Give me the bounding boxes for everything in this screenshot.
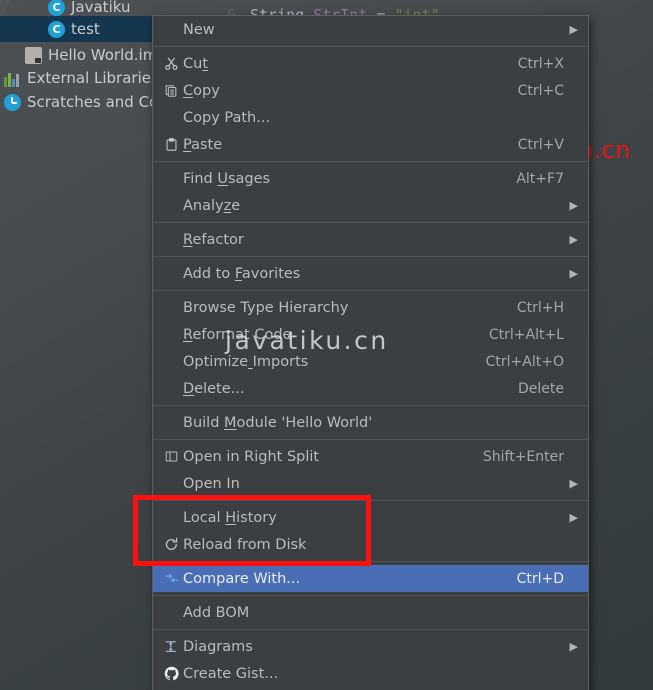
menu-item-label: Build Module 'Hello World': [183, 414, 373, 431]
menu-item-shortcut: Ctrl+C: [517, 82, 564, 99]
menu-item-compare-with[interactable]: Compare With... Ctrl+D: [153, 565, 588, 592]
screen-root: 6String StrInt = "int"at = "flString()ri…: [0, 0, 653, 690]
menu-item-label: Copy Path...: [183, 109, 271, 126]
menu-item-shortcut: Ctrl+Alt+L: [488, 326, 564, 343]
submenu-arrow-icon: ▶: [569, 477, 578, 490]
copy-icon-glyph: [165, 84, 177, 97]
menu-item-label: Create Gist...: [183, 665, 279, 682]
scissors-icon: [161, 56, 181, 71]
menu-item-diagrams[interactable]: Diagrams ▶: [153, 633, 588, 660]
java-class-icon: C: [48, 0, 65, 16]
submenu-arrow-icon: ▶: [569, 23, 578, 36]
menu-separator: [153, 290, 588, 291]
menu-item-label: Refactor: [183, 231, 244, 248]
menu-item-label: Open In: [183, 475, 240, 492]
menu-item-browse-type-hierarchy[interactable]: Browse Type Hierarchy Ctrl+H: [153, 294, 588, 321]
menu-item-shortcut: Ctrl+X: [517, 55, 564, 72]
menu-separator: [153, 161, 588, 162]
diagram-icon-glyph: [165, 640, 176, 652]
menu-separator: [153, 256, 588, 257]
menu-item-label: Diagrams: [183, 638, 253, 655]
paste-icon-glyph: [166, 138, 176, 151]
menu-separator: [153, 46, 588, 47]
menu-item-label: Compare With...: [183, 570, 301, 587]
menu-item-label: Optimize Imports: [183, 353, 309, 370]
menu-item-label: Reformat Code: [183, 326, 292, 343]
menu-item-label: Browse Type Hierarchy: [183, 299, 349, 316]
menu-item-copy[interactable]: Copy Ctrl+C: [153, 77, 588, 104]
menu-item-reformat-code[interactable]: Reformat Code Ctrl+Alt+L: [153, 321, 588, 348]
scratches-clock-icon: [4, 93, 21, 111]
split-icon-glyph: [165, 451, 177, 462]
submenu-arrow-icon: ▶: [569, 233, 578, 246]
menu-item-find-usages[interactable]: Find Usages Alt+F7: [153, 165, 588, 192]
menu-item-shortcut: Ctrl+H: [516, 299, 564, 316]
menu-item-label: Paste: [183, 136, 223, 153]
menu-item-label: Open in Right Split: [183, 448, 320, 465]
compare-icon-glyph: [164, 573, 178, 583]
menu-item-delete[interactable]: Delete... Delete: [153, 375, 588, 402]
paste-icon: [161, 137, 181, 152]
menu-item-shortcut: Ctrl+V: [517, 136, 564, 153]
menu-item-label: Find Usages: [183, 170, 271, 187]
menu-separator: [153, 629, 588, 630]
menu-item-copy-path[interactable]: Copy Path...: [153, 104, 588, 131]
menu-item-shortcut: Ctrl+Alt+O: [485, 353, 564, 370]
submenu-arrow-icon: ▶: [569, 640, 578, 653]
menu-item-label: New: [183, 21, 215, 38]
tree-item-label: test: [71, 20, 100, 38]
menu-item-build-module-hello-world[interactable]: Build Module 'Hello World': [153, 409, 588, 436]
menu-item-label: Cut: [183, 55, 209, 72]
diagram-icon: [161, 640, 181, 654]
github-icon: [161, 666, 181, 681]
menu-item-label: Add BOM: [183, 604, 250, 621]
library-icon: [4, 70, 21, 87]
menu-item-paste[interactable]: Paste Ctrl+V: [153, 131, 588, 158]
menu-item-new[interactable]: New ▶: [153, 16, 588, 43]
menu-item-label: Analyze: [183, 197, 241, 214]
menu-item-label: Delete...: [183, 380, 245, 397]
submenu-arrow-icon: ▶: [569, 267, 578, 280]
tree-item-label: External Libraries: [27, 69, 159, 87]
split-icon: [161, 450, 181, 463]
menu-item-shortcut: Ctrl+D: [516, 570, 564, 587]
menu-item-add-to-favorites[interactable]: Add to Favorites ▶: [153, 260, 588, 287]
github-icon-glyph: [164, 666, 179, 681]
menu-item-cut[interactable]: Cut Ctrl+X: [153, 50, 588, 77]
iml-module-file-icon: [25, 46, 42, 64]
tree-item-label: Hello World.iml: [48, 46, 162, 64]
menu-item-shortcut: Delete: [518, 380, 564, 397]
submenu-arrow-icon: ▶: [569, 511, 578, 524]
menu-item-open-in-right-split[interactable]: Open in Right Split Shift+Enter: [153, 443, 588, 470]
menu-separator: [153, 222, 588, 223]
menu-item-open-in[interactable]: Open In ▶: [153, 470, 588, 497]
submenu-arrow-icon: ▶: [569, 199, 578, 212]
menu-item-add-bom[interactable]: Add BOM: [153, 599, 588, 626]
menu-item-create-gist[interactable]: Create Gist...: [153, 660, 588, 687]
menu-separator: [153, 405, 588, 406]
menu-item-shortcut: Alt+F7: [516, 170, 564, 187]
menu-item-refactor[interactable]: Refactor ▶: [153, 226, 588, 253]
context-menu[interactable]: New ▶ Cut Ctrl+X Copy Ctrl+C Copy Path... Paste…: [152, 15, 589, 690]
menu-separator: [153, 439, 588, 440]
menu-item-shortcut: Shift+Enter: [482, 448, 564, 465]
java-class-icon: C: [48, 20, 65, 38]
tree-item-label: Javatiku: [71, 0, 131, 16]
menu-separator: [153, 595, 588, 596]
menu-item-label: Add to Favorites: [183, 265, 301, 282]
scissors-icon-glyph: [164, 57, 177, 71]
copy-icon: [161, 84, 181, 98]
menu-item-optimize-imports[interactable]: Optimize Imports Ctrl+Alt+O: [153, 348, 588, 375]
menu-item-label: Copy: [183, 82, 220, 99]
menu-item-analyze[interactable]: Analyze ▶: [153, 192, 588, 219]
annotation-rectangle: [133, 495, 371, 566]
compare-icon: [161, 572, 181, 585]
